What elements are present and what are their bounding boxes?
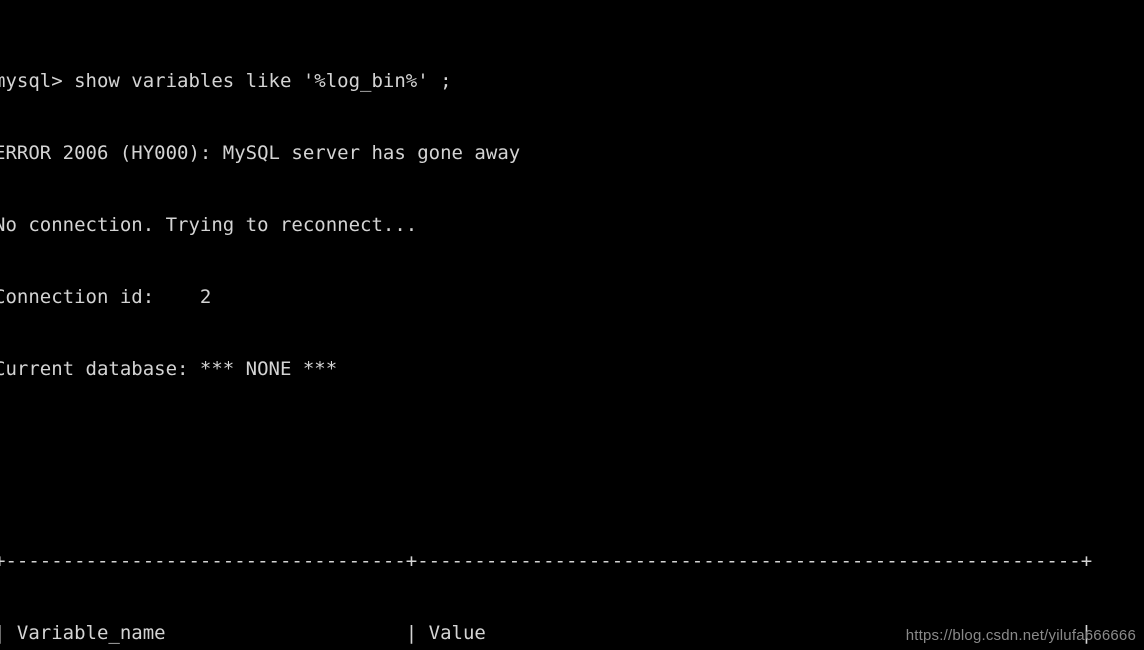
current-database-line: Current database: *** NONE *** [0,358,338,380]
console-output[interactable]: mysql> show variables like '%log_bin%' ;… [0,0,1115,650]
connection-id-line: Connection id: 2 [0,286,212,308]
error-message-server-gone-away: ERROR 2006 (HY000): MySQL server has gon… [0,142,521,164]
csdn-watermark: https://blog.csdn.net/yilufa666666 [905,627,1136,644]
terminal-window[interactable]: mysql> show variables like '%log_bin%' ;… [0,0,1144,650]
command-line-show-variables: mysql> show variables like '%log_bin%' ; [0,70,452,92]
reconnect-message: No connection. Trying to reconnect... [0,214,418,236]
variables-table-border-top: +-----------------------------------+---… [0,550,1093,572]
